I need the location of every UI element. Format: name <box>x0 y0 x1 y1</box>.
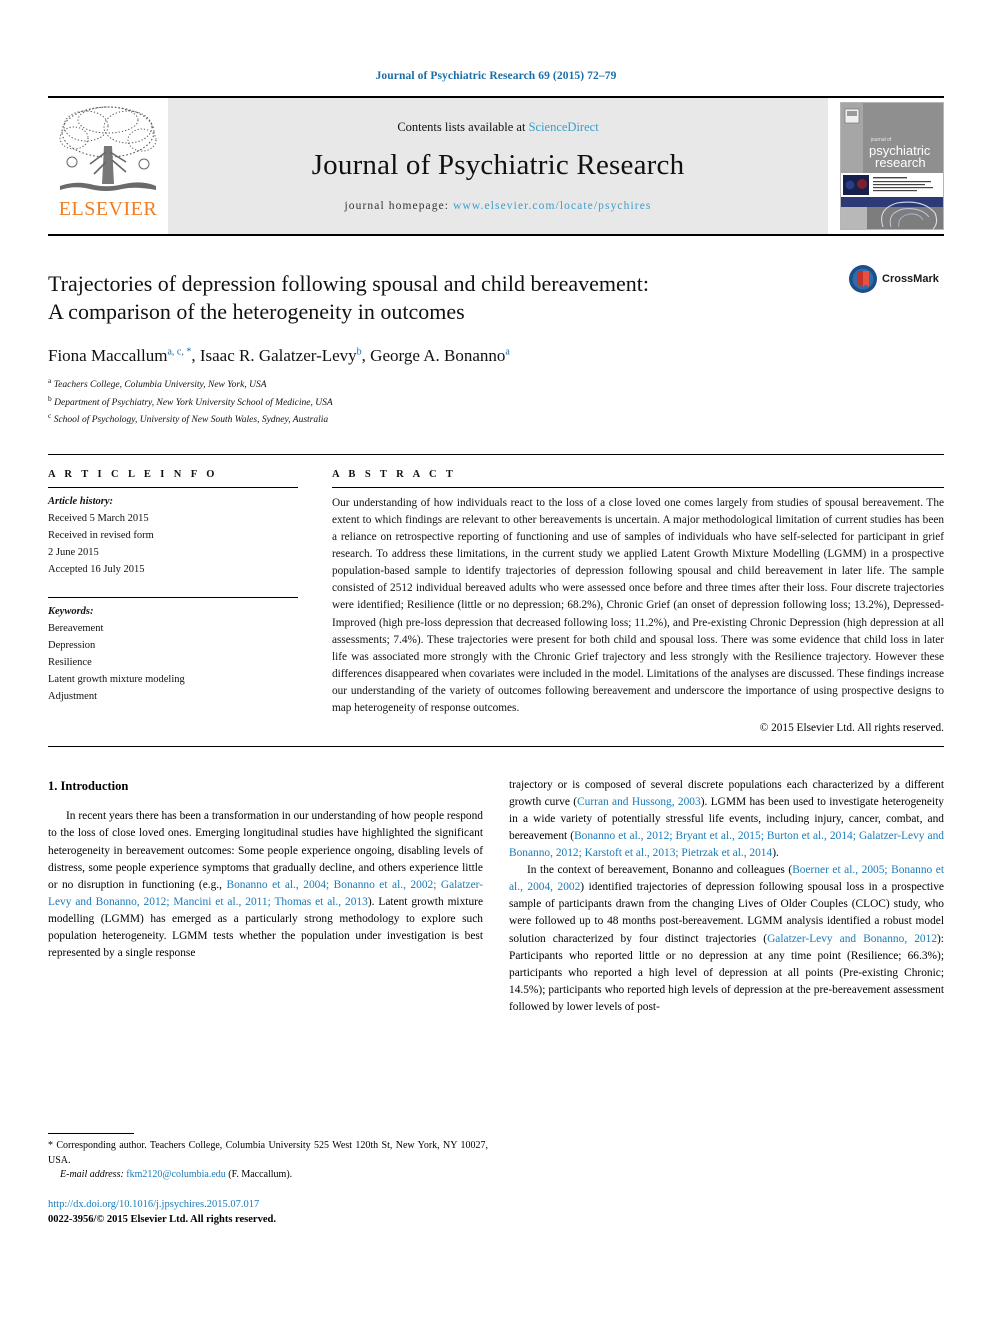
abstract-column: A B S T R A C T Our understanding of how… <box>332 469 944 734</box>
article-history-item: Accepted 16 July 2015 <box>48 563 145 575</box>
issn-copyright-line: 0022-3956/© 2015 Elsevier Ltd. All right… <box>48 1214 276 1226</box>
keyword-item: Adjustment <box>48 690 97 702</box>
journal-homepage-label: journal homepage: <box>344 200 454 212</box>
affiliation-mark: a <box>48 376 52 386</box>
sciencedirect-link[interactable]: ScienceDirect <box>529 120 599 134</box>
citation-link[interactable]: Curran and Hussong, 2003 <box>577 796 701 808</box>
author-name: Isaac R. Galatzer-Levy <box>199 346 357 366</box>
abstract-bottom-divider <box>48 745 944 747</box>
page-footer-left: * Corresponding author. Teachers College… <box>48 1133 488 1228</box>
article-page: Journal of Psychiatric Research 69 (2015… <box>0 0 992 1323</box>
email-link[interactable]: fkm2120@columbia.edu <box>126 1169 225 1180</box>
journal-cover-thumbnail: journal of psychiatric research <box>840 102 944 230</box>
paragraph: In the context of bereavement, Bonanno a… <box>509 862 944 1016</box>
corresponding-author-marker: * <box>48 1140 53 1151</box>
keyword-item: Resilience <box>48 656 92 668</box>
email-line: E-mail address: fkm2120@columbia.edu (F.… <box>48 1168 488 1183</box>
journal-homepage-line: journal homepage: www.elsevier.com/locat… <box>345 200 652 212</box>
affiliation-text: Teachers College, Columbia University, N… <box>53 380 267 391</box>
corresponding-author-footnote: * Corresponding author. Teachers College… <box>48 1139 488 1183</box>
author-affil-marks: b <box>356 346 362 358</box>
abstract-copyright: © 2015 Elsevier Ltd. All rights reserved… <box>759 721 944 734</box>
author-name: George A. Bonanno <box>370 346 506 366</box>
doi-block: http://dx.doi.org/10.1016/j.jpsychires.2… <box>48 1197 488 1229</box>
right-column: trajectory or is composed of several dis… <box>509 777 944 1017</box>
article-title-line-2: A comparison of the heterogeneity in out… <box>48 299 465 325</box>
title-block: Trajectories of depression following spo… <box>48 265 944 428</box>
crossmark-badge[interactable]: CrossMark <box>848 264 944 294</box>
article-title-line-1: Trajectories of depression following spo… <box>48 271 649 296</box>
affiliation-text: School of Psychology, University of New … <box>53 415 329 426</box>
email-label: E-mail address: <box>60 1169 124 1180</box>
keyword-item: Latent growth mixture modeling <box>48 673 185 685</box>
corresponding-author-text: Corresponding author. Teachers College, … <box>48 1140 488 1166</box>
journal-title: Journal of Psychiatric Research <box>311 149 685 181</box>
abstract-heading: A B S T R A C T <box>332 468 457 480</box>
footnote-divider <box>48 1133 134 1134</box>
paragraph-text: ). <box>772 847 779 859</box>
article-history-block: Article history: Received 5 March 2015 R… <box>48 488 298 578</box>
cover-artwork-icon: journal of psychiatric research <box>841 103 943 229</box>
affiliation-mark: b <box>48 393 52 403</box>
paragraph-text: In the context of bereavement, Bonanno a… <box>527 864 793 877</box>
author-name: Fiona Maccallum <box>48 346 168 366</box>
crossmark-icon <box>849 265 877 293</box>
contents-available-line: Contents lists available at ScienceDirec… <box>397 120 598 135</box>
info-abstract-region: A R T I C L E I N F O Article history: R… <box>48 453 944 734</box>
running-head: Journal of Psychiatric Research 69 (2015… <box>375 70 617 82</box>
affiliation-item: c School of Psychology, University of Ne… <box>48 410 944 427</box>
author-affil-marks: a, c, * <box>167 346 192 358</box>
keyword-item: Depression <box>48 639 96 651</box>
paragraph: trajectory or is composed of several dis… <box>509 777 944 863</box>
elsevier-logo: ELSEVIER <box>48 98 168 234</box>
left-column: 1. Introduction In recent years there ha… <box>48 777 483 1017</box>
citation-link[interactable]: Bonanno et al., 2012; Bryant et al., 201… <box>509 830 944 859</box>
article-info-heading: A R T I C L E I N F O <box>48 468 218 480</box>
keyword-item: Bereavement <box>48 622 104 634</box>
article-history-label: Article history: <box>48 495 114 507</box>
article-history-item: Received in revised form <box>48 529 154 541</box>
paragraph: In recent years there has been a transfo… <box>48 808 483 962</box>
elsevier-wordmark: ELSEVIER <box>58 198 158 220</box>
keywords-block: Keywords: Bereavement Depression Resilie… <box>48 592 298 705</box>
email-suffix: (F. Maccallum). <box>228 1169 293 1180</box>
affiliation-text: Department of Psychiatry, New York Unive… <box>54 397 333 408</box>
abstract-text: Our understanding of how individuals rea… <box>332 496 944 715</box>
journal-homepage-link[interactable]: www.elsevier.com/locate/psychires <box>453 200 651 212</box>
contents-available-prefix: Contents lists available at <box>397 120 529 134</box>
keywords-label: Keywords: <box>48 605 94 617</box>
article-history-item: Received 5 March 2015 <box>48 512 149 524</box>
article-title: Trajectories of depression following spo… <box>48 270 828 326</box>
doi-link[interactable]: http://dx.doi.org/10.1016/j.jpsychires.2… <box>48 1197 488 1213</box>
affiliation-list: a Teachers College, Columbia University,… <box>48 375 944 427</box>
section-title-introduction: 1. Introduction <box>48 778 129 793</box>
journal-banner: Contents lists available at ScienceDirec… <box>168 98 828 234</box>
journal-masthead: ELSEVIER Contents lists available at Sci… <box>48 96 944 236</box>
elsevier-tree-icon <box>59 106 157 191</box>
article-info-column: A R T I C L E I N F O Article history: R… <box>48 469 298 734</box>
article-history-item: 2 June 2015 <box>48 546 99 558</box>
affiliation-item: b Department of Psychiatry, New York Uni… <box>48 393 944 410</box>
affiliation-item: a Teachers College, Columbia University,… <box>48 375 944 392</box>
affiliation-mark: c <box>48 411 52 421</box>
crossmark-label: CrossMark <box>882 273 939 285</box>
citation-link[interactable]: Galatzer-Levy and Bonanno, 2012 <box>767 933 937 945</box>
body-columns: 1. Introduction In recent years there ha… <box>48 777 944 1017</box>
svg-text:research: research <box>875 155 926 170</box>
author-list: Fiona Maccalluma, c, *, Isaac R. Galatze… <box>48 346 510 366</box>
author-affil-marks: a <box>505 346 510 358</box>
